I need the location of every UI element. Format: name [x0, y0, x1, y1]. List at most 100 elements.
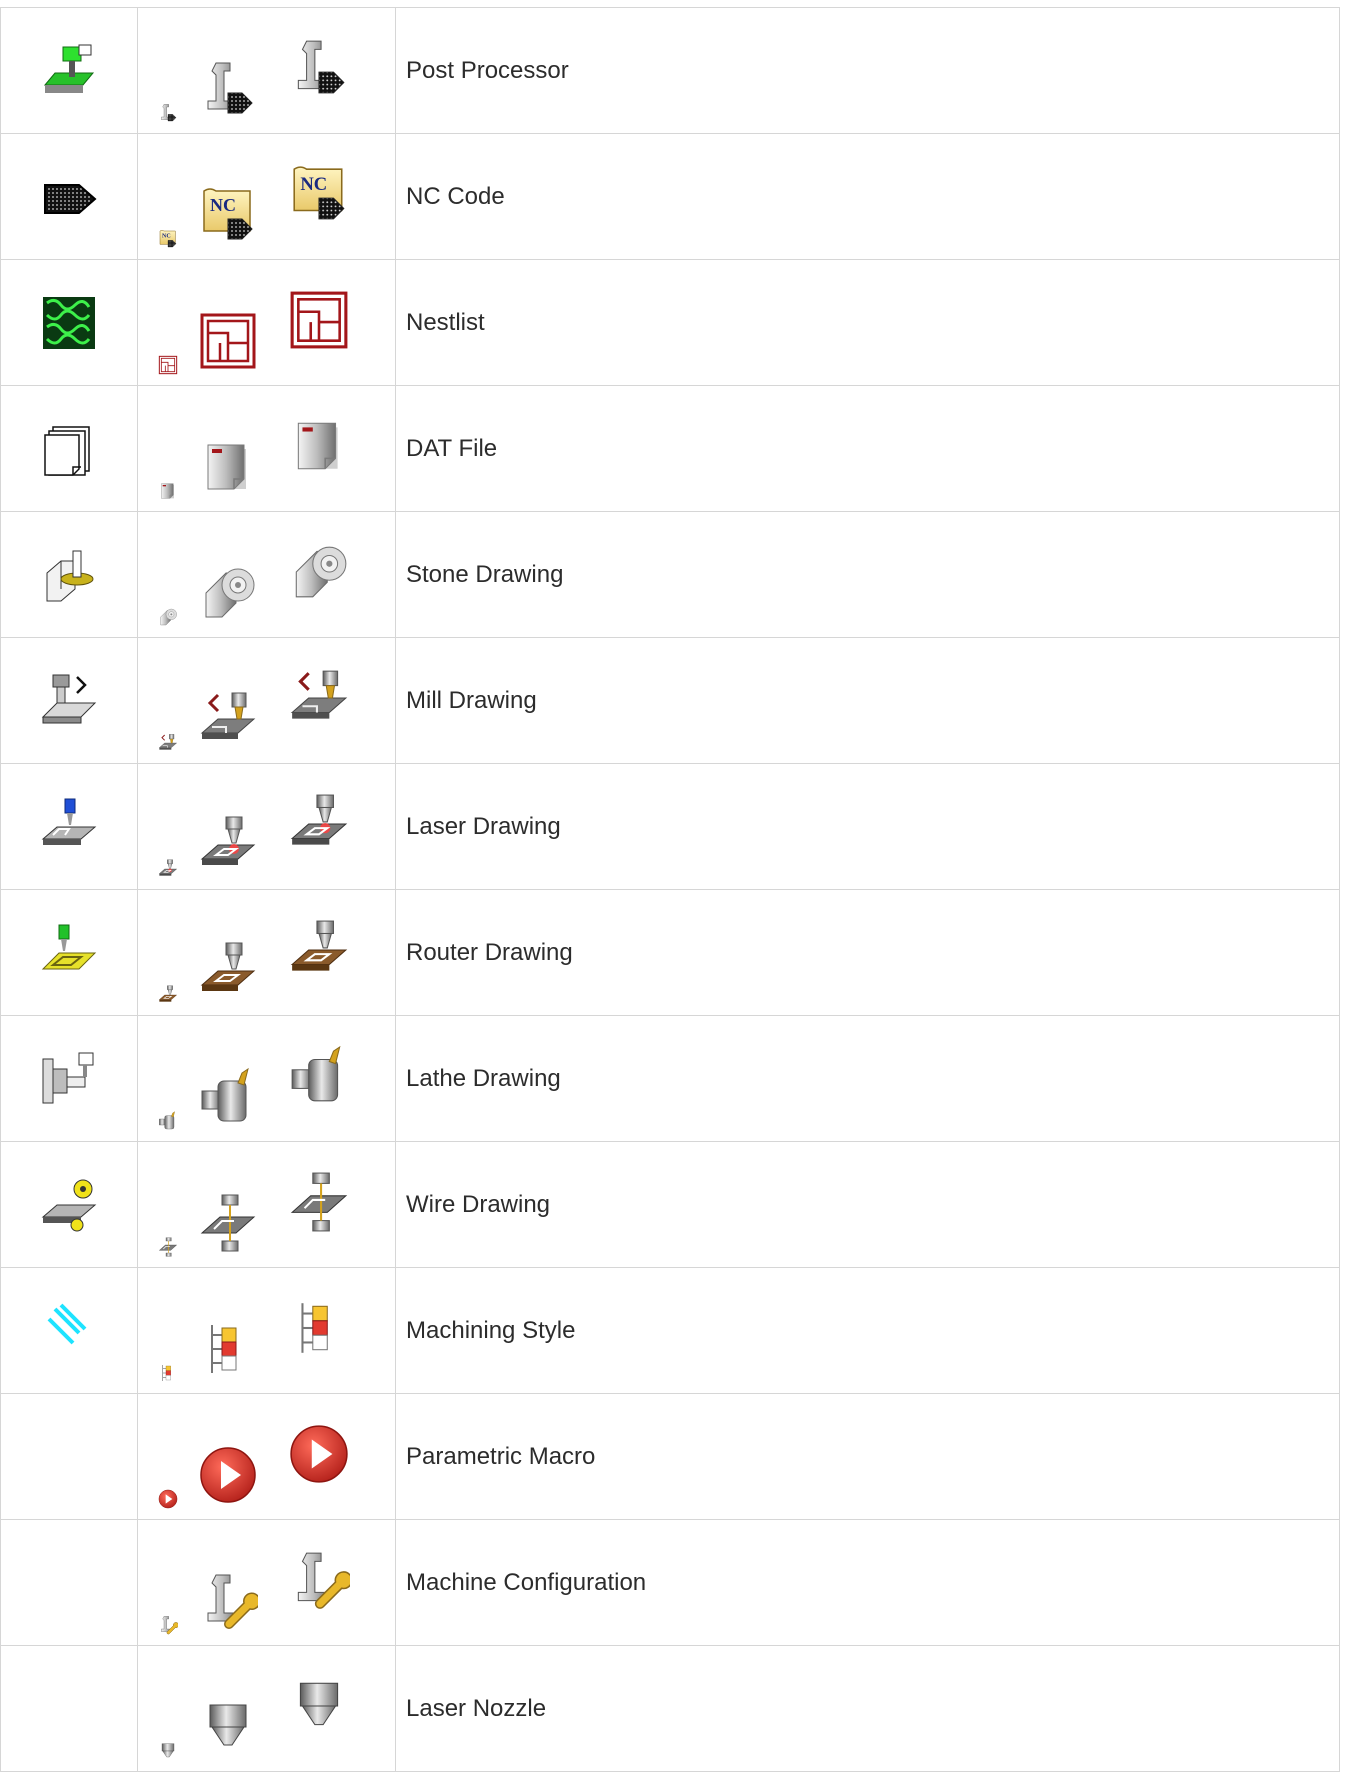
table-row: Nestlist: [0, 259, 1340, 386]
mill-drawing-icon: [198, 689, 258, 749]
laser-drawing-icon: [158, 859, 178, 879]
table-row: Post Processor: [0, 7, 1340, 134]
row-label: Machine Configuration: [395, 1519, 1340, 1646]
laser-drawing-icon: [198, 815, 258, 875]
row-label: NC Code: [395, 133, 1340, 260]
post-processor-icon: [158, 103, 178, 123]
old-icon-cell: [0, 637, 138, 764]
new-icon-cell: [137, 1141, 396, 1268]
router-drawing-icon: [158, 985, 178, 1005]
dotted-arrow-icon: [39, 167, 99, 227]
row-label: Router Drawing: [395, 889, 1340, 1016]
new-icon-cell: [137, 637, 396, 764]
row-label: Laser Nozzle: [395, 1645, 1340, 1772]
old-icon-cell: [0, 1267, 138, 1394]
mill-drawing-icon: [288, 667, 350, 729]
old-icon-cell: [0, 259, 138, 386]
nc-code-scroll-icon: [198, 185, 258, 245]
lathe-drawing-icon: [198, 1067, 258, 1127]
cyan-hatch-icon: [39, 1301, 99, 1361]
play-macro-icon: [158, 1489, 178, 1509]
table-row: Mill Drawing: [0, 637, 1340, 764]
new-icon-cell: [137, 889, 396, 1016]
new-icon-cell: [137, 511, 396, 638]
mill-spindle-icon: [39, 671, 99, 731]
new-icon-cell: [137, 763, 396, 890]
router-drawing-icon: [198, 941, 258, 1001]
table-row: NC Code: [0, 133, 1340, 260]
table-row: Stone Drawing: [0, 511, 1340, 638]
new-icon-cell: [137, 7, 396, 134]
new-icon-cell: [137, 1015, 396, 1142]
post-processor-icon: [198, 59, 258, 119]
laser-head-icon: [39, 797, 99, 857]
old-icon-cell: [0, 1519, 138, 1646]
row-label: Machining Style: [395, 1267, 1340, 1394]
old-icon-cell: [0, 7, 138, 134]
wire-drawing-icon: [158, 1237, 178, 1257]
row-label: DAT File: [395, 385, 1340, 512]
machine-wrench-icon: [198, 1571, 258, 1631]
new-icon-cell: [137, 385, 396, 512]
wire-drawing-icon: [198, 1193, 258, 1253]
mill-drawing-icon: [158, 733, 178, 753]
green-machine-post-icon: [39, 41, 99, 101]
new-icon-cell: [137, 259, 396, 386]
table-row: Machine Configuration: [0, 1519, 1340, 1646]
old-icon-cell: [0, 385, 138, 512]
new-icon-cell: [137, 1393, 396, 1520]
row-label: Mill Drawing: [395, 637, 1340, 764]
post-processor-icon: [288, 37, 350, 99]
page-stack-icon: [39, 419, 99, 479]
old-icon-cell: [0, 763, 138, 890]
icon-comparison-table: Post Processor NC Code Nestlist DAT File Sto…: [0, 7, 1340, 1772]
new-icon-cell: [137, 1267, 396, 1394]
laser-nozzle-icon: [198, 1697, 258, 1757]
play-macro-icon: [198, 1445, 258, 1505]
table-row: DAT File: [0, 385, 1340, 512]
machine-wrench-icon: [158, 1615, 178, 1635]
green-nest-pattern-icon: [39, 293, 99, 353]
nc-code-scroll-icon: [288, 163, 350, 225]
table-row: Wire Drawing: [0, 1141, 1340, 1268]
play-macro-icon: [288, 1423, 350, 1485]
row-label: Wire Drawing: [395, 1141, 1340, 1268]
stone-drawing-icon: [158, 607, 178, 627]
old-icon-cell: [0, 1015, 138, 1142]
old-icon-cell: [0, 1393, 138, 1520]
row-label: Lathe Drawing: [395, 1015, 1340, 1142]
old-icon-cell: [0, 133, 138, 260]
dat-file-icon: [288, 415, 350, 477]
dat-file-icon: [198, 437, 258, 497]
row-label: Nestlist: [395, 259, 1340, 386]
row-label: Laser Drawing: [395, 763, 1340, 890]
machine-wrench-icon: [288, 1549, 350, 1611]
stone-drawing-icon: [288, 541, 350, 603]
lathe-drawing-icon: [288, 1045, 350, 1107]
new-icon-cell: [137, 133, 396, 260]
table-row: Machining Style: [0, 1267, 1340, 1394]
nc-code-scroll-icon: [158, 229, 178, 249]
laser-drawing-icon: [288, 793, 350, 855]
table-row: Parametric Macro: [0, 1393, 1340, 1520]
table-row: Laser Nozzle: [0, 1645, 1340, 1772]
machining-style-icon: [198, 1319, 258, 1379]
nestlist-icon: [198, 311, 258, 371]
new-icon-cell: [137, 1519, 396, 1646]
stone-drawing-icon: [198, 563, 258, 623]
old-icon-cell: [0, 1645, 138, 1772]
wire-spool-icon: [39, 1175, 99, 1235]
lathe-drawing-icon: [158, 1111, 178, 1131]
table-body: Post Processor NC Code Nestlist DAT File Sto…: [0, 7, 1340, 1772]
table-row: Laser Drawing: [0, 763, 1340, 890]
machining-style-icon: [158, 1363, 178, 1383]
router-drawing-icon: [288, 919, 350, 981]
nestlist-icon: [288, 289, 350, 351]
lathe-chuck-icon: [39, 1049, 99, 1109]
old-icon-cell: [0, 511, 138, 638]
row-label: Stone Drawing: [395, 511, 1340, 638]
machining-style-icon: [288, 1297, 350, 1359]
dat-file-icon: [158, 481, 178, 501]
nestlist-icon: [158, 355, 178, 375]
table-row: Router Drawing: [0, 889, 1340, 1016]
